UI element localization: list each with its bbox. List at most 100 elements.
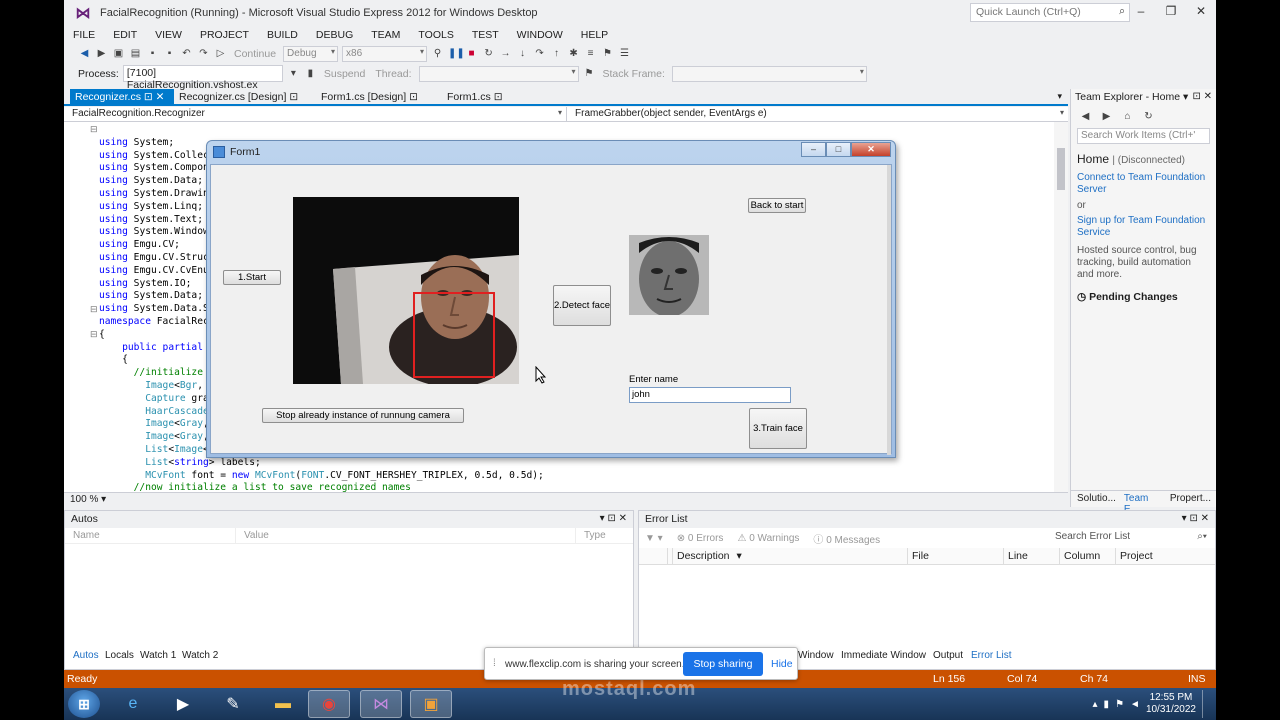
back-icon[interactable]: ◀ [78, 47, 91, 60]
undo-icon[interactable]: ↶ [180, 47, 193, 60]
tab-watch1[interactable]: Watch 1 [140, 650, 176, 661]
attach-icon[interactable]: ⚲ [431, 47, 444, 60]
menu-view[interactable]: VIEW [146, 29, 191, 41]
close-panel-icon[interactable]: ✕ [1201, 513, 1209, 524]
column-type[interactable]: Type [575, 528, 614, 543]
quick-launch-input[interactable]: Quick Launch (Ctrl+Q) ⌕ [970, 3, 1130, 22]
tab-recognizer-design[interactable]: Recognizer.cs [Design] ⊡ [174, 89, 303, 106]
stack-frame-select[interactable]: ▾ [671, 65, 867, 82]
tab-output[interactable]: Output [933, 650, 963, 661]
process-select[interactable]: [7100] FacialRecognition.vshost.ex [122, 65, 283, 91]
column-name[interactable]: Name [65, 528, 235, 543]
pin-icon[interactable]: ⊡ [1189, 513, 1197, 524]
forward-icon[interactable]: ▶ [1100, 110, 1113, 123]
menu-file[interactable]: FILE [64, 29, 104, 41]
tab-recognizer-cs[interactable]: Recognizer.cs ⊡ ✕ [70, 89, 174, 106]
tab-autos[interactable]: Autos [73, 650, 99, 661]
zoom-level[interactable]: 100 % ▾ [64, 492, 1068, 506]
tab-immediate-window[interactable]: Immediate Window [841, 650, 926, 661]
stop-icon[interactable]: ■ [465, 47, 478, 60]
menu-build[interactable]: BUILD [258, 29, 307, 41]
tab-properties[interactable]: Propert... [1170, 493, 1211, 505]
tray-arrow-icon[interactable]: ▴ [1093, 699, 1098, 710]
stop-sharing-button[interactable]: Stop sharing [683, 652, 763, 676]
column-value[interactable]: Value [235, 528, 575, 543]
filter-icon[interactable]: ▼ ▾ [645, 533, 663, 544]
redo-icon[interactable]: ↷ [197, 47, 210, 60]
back-to-start-button[interactable]: Back to start [748, 198, 806, 213]
signup-tfs-link[interactable]: Sign up for Team Foundation Service [1071, 211, 1216, 239]
menu-test[interactable]: TEST [463, 29, 508, 41]
pin-icon[interactable]: ⊡ [1192, 91, 1200, 102]
tab-team-explorer[interactable]: Team E... [1124, 493, 1162, 515]
menu-window[interactable]: WINDOW [508, 29, 572, 41]
suspend-icon[interactable]: ▮ [304, 67, 317, 80]
column-project[interactable]: Project [1115, 548, 1215, 564]
step-out-icon[interactable]: ↑ [550, 47, 563, 60]
continue-button[interactable]: Continue [234, 48, 276, 60]
menu-team[interactable]: TEAM [362, 29, 409, 41]
column-description[interactable]: Description ▾ [667, 548, 907, 564]
start-button[interactable]: ⊞ [68, 690, 100, 718]
pin-icon[interactable]: ⊡ [289, 91, 298, 103]
close-panel-icon[interactable]: ✕ [1204, 91, 1212, 102]
dropdown-icon[interactable]: ▾ [600, 513, 605, 524]
warnings-toggle[interactable]: ⚠ 0 Warnings [737, 533, 799, 544]
pending-changes-link[interactable]: ◷ Pending Changes [1071, 281, 1216, 303]
tab-error-list[interactable]: Error List [971, 650, 1012, 661]
menu-debug[interactable]: DEBUG [307, 29, 362, 41]
step-into-icon[interactable]: ↓ [516, 47, 529, 60]
form-scrollbar[interactable] [887, 165, 891, 455]
column-line[interactable]: Line [1003, 548, 1059, 564]
tab-window[interactable]: Window [798, 650, 834, 661]
pin-icon[interactable]: ⊡ [607, 513, 615, 524]
name-input[interactable]: john [629, 387, 791, 403]
comment-icon[interactable]: ☰ [618, 47, 631, 60]
class-select[interactable]: FacialRecognition.Recognizer ▾ [64, 107, 567, 122]
tab-form1-cs[interactable]: Form1.cs ⊡ [442, 89, 508, 106]
tab-solution-explorer[interactable]: Solutio... [1077, 493, 1116, 505]
step-over-icon[interactable]: ↷ [533, 47, 546, 60]
tab-locals[interactable]: Locals [105, 650, 134, 661]
hex-icon[interactable]: ✱ [567, 47, 580, 60]
detect-face-button[interactable]: 2.Detect face [553, 285, 611, 326]
scrollbar-thumb[interactable] [1057, 148, 1065, 190]
visual-studio-taskbar-icon[interactable]: ⋈ [360, 690, 402, 718]
editor-scrollbar[interactable] [1054, 122, 1068, 492]
close-tab-icon[interactable]: ✕ [156, 91, 165, 103]
pin-icon[interactable]: ⊡ [144, 91, 153, 103]
save-icon[interactable]: ▪ [146, 47, 159, 60]
menu-project[interactable]: PROJECT [191, 29, 258, 41]
clock[interactable]: 12:55 PM 10/31/2022 [1146, 692, 1196, 716]
menu-edit[interactable]: EDIT [104, 29, 146, 41]
chrome-icon[interactable]: ◉ [308, 690, 350, 718]
column-file[interactable]: File [907, 548, 1003, 564]
threads-icon[interactable]: ≡ [584, 47, 597, 60]
thread-select[interactable]: ▾ [418, 65, 579, 82]
show-desktop-button[interactable] [1202, 690, 1210, 718]
platform-select[interactable]: x86 ▾ [342, 45, 428, 62]
close-button[interactable]: ✕ [1186, 0, 1216, 24]
errors-toggle[interactable]: ⊗ 0 Errors [677, 533, 724, 544]
menu-help[interactable]: HELP [572, 29, 617, 41]
column-column[interactable]: Column [1059, 548, 1115, 564]
home-icon[interactable]: ⌂ [1121, 110, 1134, 123]
network-icon[interactable]: ▮ [1104, 699, 1110, 710]
close-panel-icon[interactable]: ✕ [619, 513, 627, 524]
messages-toggle[interactable]: ⓘ 0 Messages [813, 531, 880, 546]
file-explorer-icon[interactable]: ▬ [262, 690, 304, 718]
show-next-statement-icon[interactable]: → [499, 47, 512, 60]
internet-explorer-icon[interactable]: e [112, 690, 154, 718]
train-face-button[interactable]: 3.Train face [749, 408, 807, 449]
open-file-icon[interactable]: ▤ [129, 47, 142, 60]
pin-icon[interactable]: ⊡ [409, 91, 418, 103]
flag-icon[interactable]: ⚑ [1115, 699, 1124, 710]
start-button[interactable]: 1.Start [223, 270, 281, 285]
search-error-list-input[interactable]: Search Error List ⌕▾ [1051, 530, 1211, 546]
form-maximize-button[interactable]: □ [826, 142, 851, 157]
restart-icon[interactable]: ↻ [482, 47, 495, 60]
pause-icon[interactable]: ❚❚ [448, 47, 465, 60]
volume-icon[interactable]: ◄ [1130, 699, 1140, 710]
member-select[interactable]: FrameGrabber(object sender, EventArgs e)… [567, 107, 1068, 121]
drag-handle-icon[interactable]: ⁞ [493, 658, 496, 669]
